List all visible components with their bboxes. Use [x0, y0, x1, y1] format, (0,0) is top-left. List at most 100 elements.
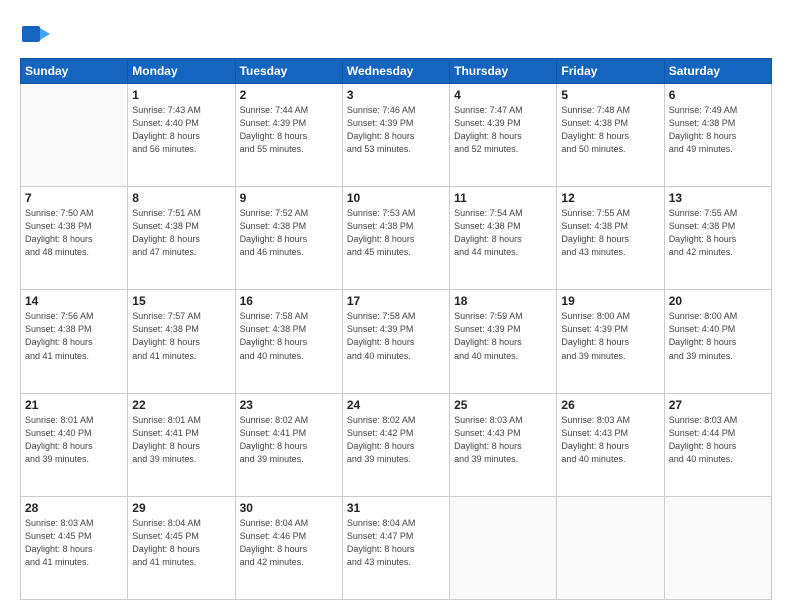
day-info: Sunrise: 7:58 AM Sunset: 4:38 PM Dayligh… — [240, 310, 338, 362]
day-info: Sunrise: 7:48 AM Sunset: 4:38 PM Dayligh… — [561, 104, 659, 156]
calendar-cell: 2Sunrise: 7:44 AM Sunset: 4:39 PM Daylig… — [235, 84, 342, 187]
day-info: Sunrise: 7:58 AM Sunset: 4:39 PM Dayligh… — [347, 310, 445, 362]
weekday-header: Saturday — [664, 59, 771, 84]
day-info: Sunrise: 7:46 AM Sunset: 4:39 PM Dayligh… — [347, 104, 445, 156]
page: SundayMondayTuesdayWednesdayThursdayFrid… — [0, 0, 792, 612]
calendar-cell: 15 Sunrise: 7:57 AM Sunset: 4:38 PM Dayli… — [128, 290, 235, 393]
calendar-cell — [664, 496, 771, 599]
calendar-cell: 1Sunrise: 7:43 AM Sunset: 4:40 PM Daylig… — [128, 84, 235, 187]
calendar-cell: 6 Sunrise: 7:49 AM Sunset: 4:38 PM Daylig… — [664, 84, 771, 187]
day-number: 23 — [240, 398, 338, 412]
calendar-week-row: 1Sunrise: 7:43 AM Sunset: 4:40 PM Daylig… — [21, 84, 772, 187]
calendar-cell: 14 Sunrise: 7:56 AM Sunset: 4:38 PM Dayli… — [21, 290, 128, 393]
day-number: 17 — [347, 294, 445, 308]
day-number: 9 — [240, 191, 338, 205]
calendar-cell: 23Sunrise: 8:02 AM Sunset: 4:41 PM Dayli… — [235, 393, 342, 496]
calendar-cell — [21, 84, 128, 187]
day-number: 12 — [561, 191, 659, 205]
calendar-cell: 13 Sunrise: 7:55 AM Sunset: 4:38 PM Dayli… — [664, 187, 771, 290]
day-number: 19 — [561, 294, 659, 308]
calendar-cell: 4 Sunrise: 7:47 AM Sunset: 4:39 PM Daylig… — [450, 84, 557, 187]
calendar-cell: 22 Sunrise: 8:01 AM Sunset: 4:41 PM Dayli… — [128, 393, 235, 496]
day-info: Sunrise: 7:51 AM Sunset: 4:38 PM Dayligh… — [132, 207, 230, 259]
calendar-cell: 29 Sunrise: 8:04 AM Sunset: 4:45 PM Dayli… — [128, 496, 235, 599]
day-info: Sunrise: 7:53 AM Sunset: 4:38 PM Dayligh… — [347, 207, 445, 259]
calendar-week-row: 21Sunrise: 8:01 AM Sunset: 4:40 PM Dayli… — [21, 393, 772, 496]
day-info: Sunrise: 7:50 AM Sunset: 4:38 PM Dayligh… — [25, 207, 123, 259]
day-number: 31 — [347, 501, 445, 515]
day-info: Sunrise: 8:00 AM Sunset: 4:40 PM Dayligh… — [669, 310, 767, 362]
calendar-cell — [557, 496, 664, 599]
day-number: 15 — [132, 294, 230, 308]
day-number: 3 — [347, 88, 445, 102]
day-number: 21 — [25, 398, 123, 412]
calendar-cell: 8 Sunrise: 7:51 AM Sunset: 4:38 PM Daylig… — [128, 187, 235, 290]
day-info: Sunrise: 8:03 AM Sunset: 4:43 PM Dayligh… — [561, 414, 659, 466]
weekday-header: Monday — [128, 59, 235, 84]
day-info: Sunrise: 8:04 AM Sunset: 4:47 PM Dayligh… — [347, 517, 445, 569]
weekday-header: Friday — [557, 59, 664, 84]
calendar-cell: 24Sunrise: 8:02 AM Sunset: 4:42 PM Dayli… — [342, 393, 449, 496]
calendar-cell — [450, 496, 557, 599]
header — [20, 18, 772, 50]
day-info: Sunrise: 7:49 AM Sunset: 4:38 PM Dayligh… — [669, 104, 767, 156]
logo — [20, 18, 56, 50]
calendar-cell: 27Sunrise: 8:03 AM Sunset: 4:44 PM Dayli… — [664, 393, 771, 496]
calendar-cell: 5 Sunrise: 7:48 AM Sunset: 4:38 PM Daylig… — [557, 84, 664, 187]
calendar-cell: 17 Sunrise: 7:58 AM Sunset: 4:39 PM Dayli… — [342, 290, 449, 393]
day-info: Sunrise: 7:47 AM Sunset: 4:39 PM Dayligh… — [454, 104, 552, 156]
calendar-cell: 19 Sunrise: 8:00 AM Sunset: 4:39 PM Dayli… — [557, 290, 664, 393]
day-info: Sunrise: 8:00 AM Sunset: 4:39 PM Dayligh… — [561, 310, 659, 362]
day-number: 26 — [561, 398, 659, 412]
calendar-cell: 25 Sunrise: 8:03 AM Sunset: 4:43 PM Dayli… — [450, 393, 557, 496]
day-info: Sunrise: 7:55 AM Sunset: 4:38 PM Dayligh… — [561, 207, 659, 259]
calendar-cell: 21Sunrise: 8:01 AM Sunset: 4:40 PM Dayli… — [21, 393, 128, 496]
calendar-cell: 20 Sunrise: 8:00 AM Sunset: 4:40 PM Dayli… — [664, 290, 771, 393]
day-number: 25 — [454, 398, 552, 412]
day-number: 4 — [454, 88, 552, 102]
calendar-cell: 16Sunrise: 7:58 AM Sunset: 4:38 PM Dayli… — [235, 290, 342, 393]
calendar-cell: 11 Sunrise: 7:54 AM Sunset: 4:38 PM Dayli… — [450, 187, 557, 290]
calendar-cell: 7Sunrise: 7:50 AM Sunset: 4:38 PM Daylig… — [21, 187, 128, 290]
calendar-header-row: SundayMondayTuesdayWednesdayThursdayFrid… — [21, 59, 772, 84]
day-info: Sunrise: 8:02 AM Sunset: 4:42 PM Dayligh… — [347, 414, 445, 466]
day-info: Sunrise: 7:55 AM Sunset: 4:38 PM Dayligh… — [669, 207, 767, 259]
day-info: Sunrise: 7:44 AM Sunset: 4:39 PM Dayligh… — [240, 104, 338, 156]
day-number: 22 — [132, 398, 230, 412]
weekday-header: Thursday — [450, 59, 557, 84]
weekday-header: Tuesday — [235, 59, 342, 84]
day-number: 28 — [25, 501, 123, 515]
day-info: Sunrise: 7:54 AM Sunset: 4:38 PM Dayligh… — [454, 207, 552, 259]
calendar-week-row: 14 Sunrise: 7:56 AM Sunset: 4:38 PM Dayli… — [21, 290, 772, 393]
day-info: Sunrise: 8:04 AM Sunset: 4:46 PM Dayligh… — [240, 517, 338, 569]
day-number: 13 — [669, 191, 767, 205]
day-number: 20 — [669, 294, 767, 308]
calendar-cell: 12 Sunrise: 7:55 AM Sunset: 4:38 PM Dayli… — [557, 187, 664, 290]
weekday-header: Wednesday — [342, 59, 449, 84]
day-info: Sunrise: 7:43 AM Sunset: 4:40 PM Dayligh… — [132, 104, 230, 156]
day-info: Sunrise: 8:03 AM Sunset: 4:43 PM Dayligh… — [454, 414, 552, 466]
calendar-week-row: 28 Sunrise: 8:03 AM Sunset: 4:45 PM Dayli… — [21, 496, 772, 599]
day-info: Sunrise: 7:52 AM Sunset: 4:38 PM Dayligh… — [240, 207, 338, 259]
calendar-table: SundayMondayTuesdayWednesdayThursdayFrid… — [20, 58, 772, 600]
day-number: 18 — [454, 294, 552, 308]
calendar-cell: 30 Sunrise: 8:04 AM Sunset: 4:46 PM Dayli… — [235, 496, 342, 599]
day-info: Sunrise: 8:03 AM Sunset: 4:44 PM Dayligh… — [669, 414, 767, 466]
day-info: Sunrise: 8:01 AM Sunset: 4:41 PM Dayligh… — [132, 414, 230, 466]
day-info: Sunrise: 7:57 AM Sunset: 4:38 PM Dayligh… — [132, 310, 230, 362]
calendar-cell: 3 Sunrise: 7:46 AM Sunset: 4:39 PM Daylig… — [342, 84, 449, 187]
calendar-cell: 10Sunrise: 7:53 AM Sunset: 4:38 PM Dayli… — [342, 187, 449, 290]
day-number: 8 — [132, 191, 230, 205]
calendar-cell: 28 Sunrise: 8:03 AM Sunset: 4:45 PM Dayli… — [21, 496, 128, 599]
day-info: Sunrise: 8:04 AM Sunset: 4:45 PM Dayligh… — [132, 517, 230, 569]
calendar-cell: 9 Sunrise: 7:52 AM Sunset: 4:38 PM Daylig… — [235, 187, 342, 290]
day-number: 6 — [669, 88, 767, 102]
day-number: 29 — [132, 501, 230, 515]
day-info: Sunrise: 8:03 AM Sunset: 4:45 PM Dayligh… — [25, 517, 123, 569]
day-info: Sunrise: 7:56 AM Sunset: 4:38 PM Dayligh… — [25, 310, 123, 362]
day-number: 5 — [561, 88, 659, 102]
day-number: 11 — [454, 191, 552, 205]
day-number: 14 — [25, 294, 123, 308]
calendar-week-row: 7Sunrise: 7:50 AM Sunset: 4:38 PM Daylig… — [21, 187, 772, 290]
day-number: 30 — [240, 501, 338, 515]
